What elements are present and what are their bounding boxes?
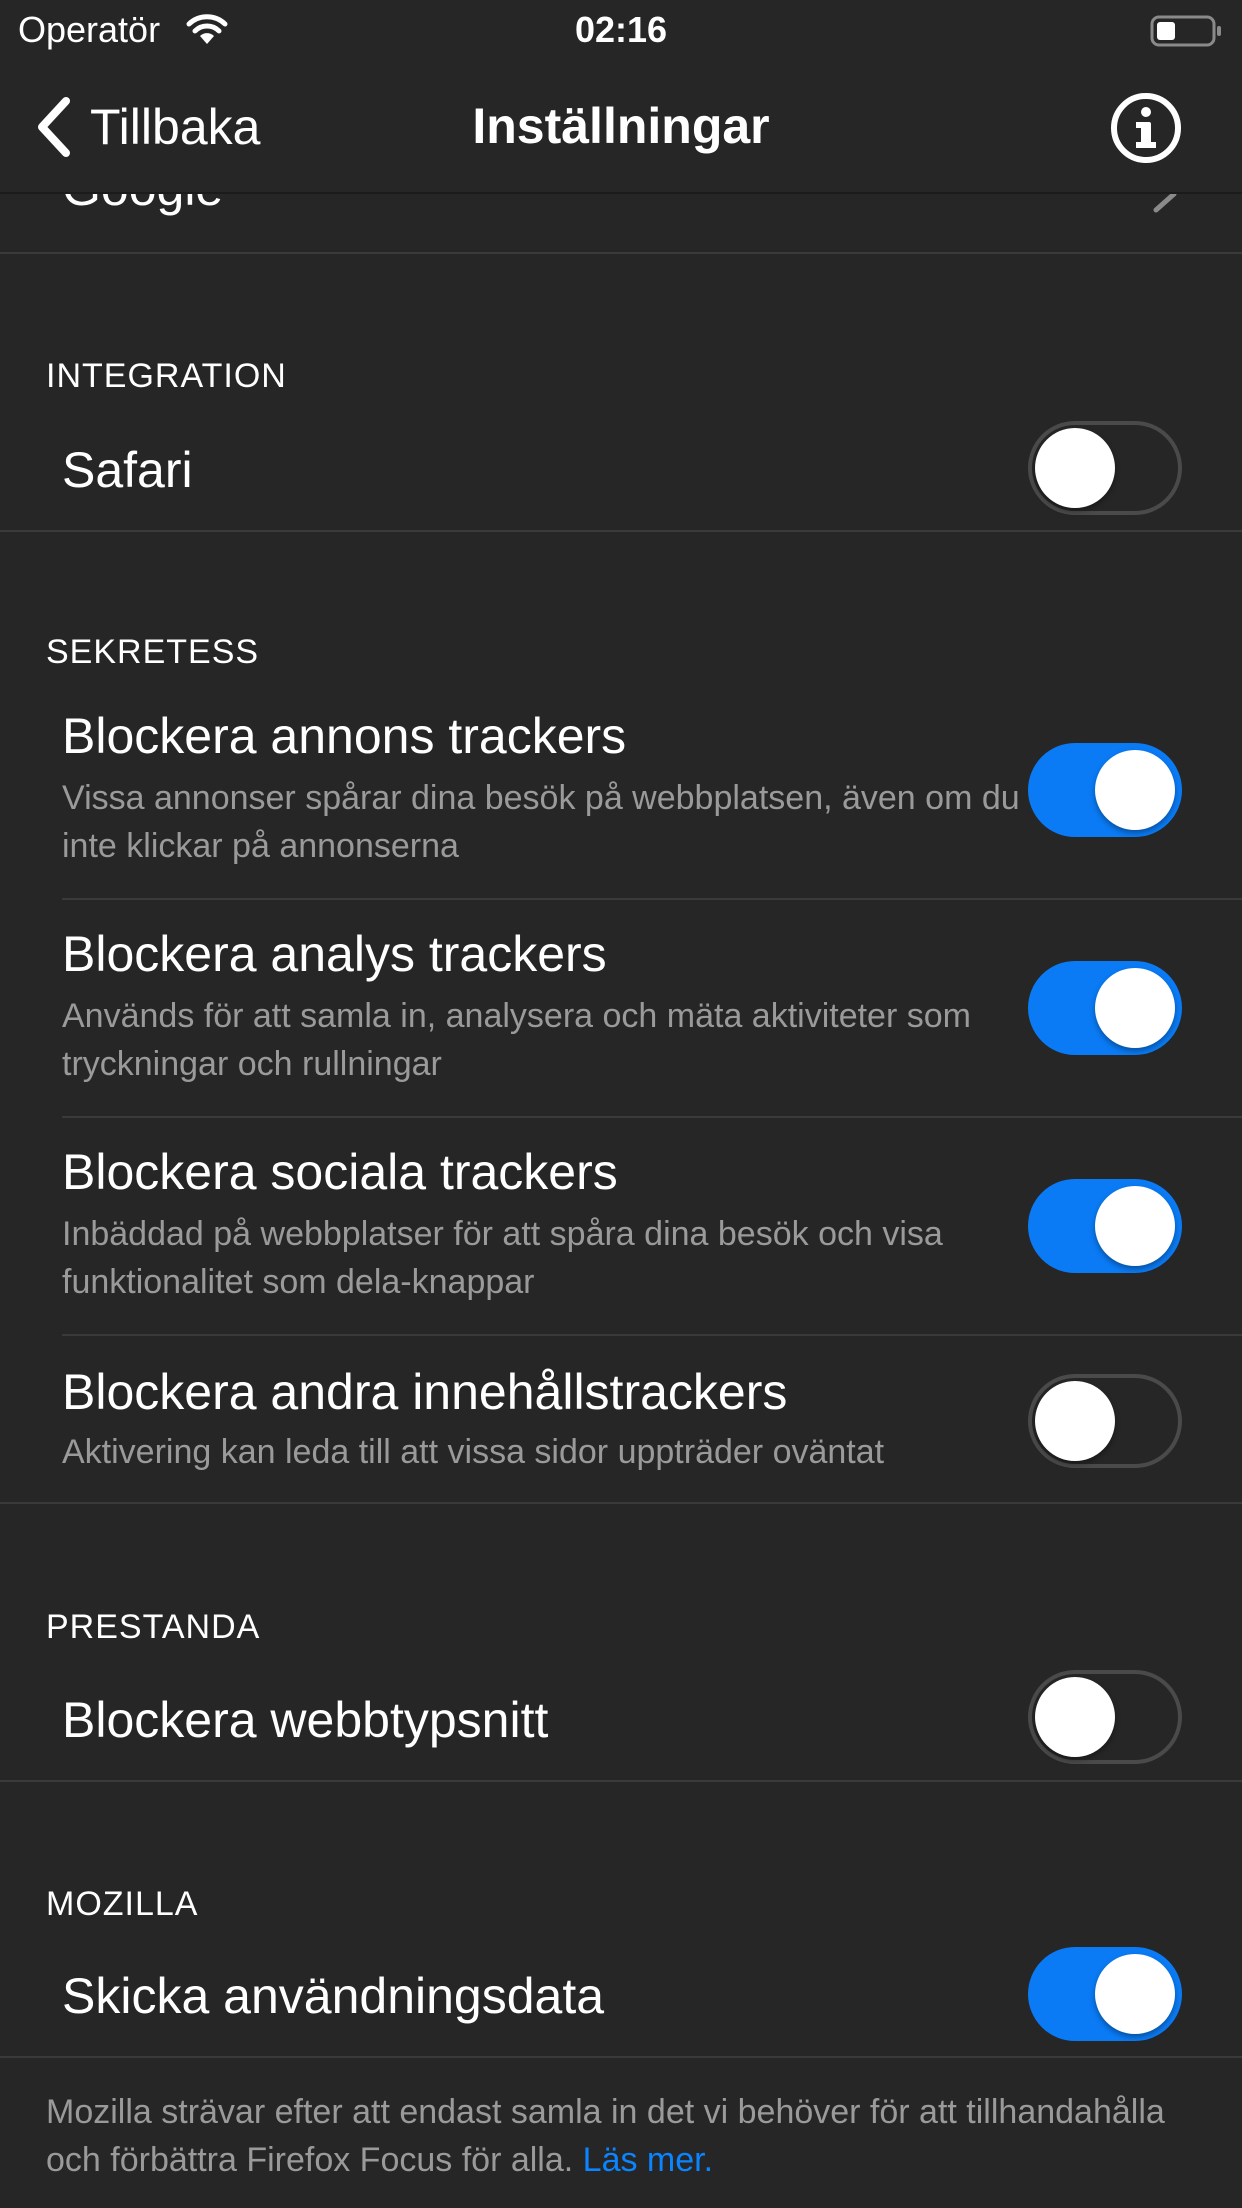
safari-row: Safari	[0, 410, 1242, 530]
info-icon[interactable]	[1108, 90, 1184, 166]
section-header-mozilla: MOZILLA	[46, 1885, 199, 1923]
social-trackers-toggle[interactable]	[1028, 1179, 1182, 1273]
toggle-knob	[1035, 1677, 1115, 1757]
ad-trackers-toggle[interactable]	[1028, 743, 1182, 837]
usage-data-toggle[interactable]	[1028, 1947, 1182, 2041]
analytics-trackers-description: Används för att samla in, analysera och …	[62, 997, 971, 1083]
toggle-knob	[1095, 750, 1175, 830]
content-trackers-description: Aktivering kan leda till att vissa sidor…	[62, 1433, 885, 1471]
battery-icon	[1150, 15, 1221, 47]
content-trackers-toggle[interactable]	[1028, 1374, 1182, 1468]
social-trackers-description: Inbäddad på webbplatser för att spåra di…	[62, 1215, 943, 1301]
ad-trackers-description: Vissa annonser spårar dina besök på webb…	[62, 779, 1020, 865]
divider	[0, 1780, 1242, 1782]
web-fonts-label: Blockera webbtypsnitt	[62, 1692, 549, 1748]
divider	[0, 530, 1242, 532]
social-trackers-row: Blockera sociala trackers Inbäddad på we…	[0, 1118, 1242, 1334]
status-bar: Operatör 02:16	[0, 0, 1242, 60]
divider	[0, 1502, 1242, 1504]
safari-toggle[interactable]	[1028, 421, 1182, 515]
learn-more-link[interactable]: Läs mer.	[583, 2141, 713, 2179]
back-button[interactable]: Tillbaka	[34, 92, 260, 162]
web-fonts-toggle[interactable]	[1028, 1670, 1182, 1764]
analytics-trackers-label: Blockera analys trackers	[62, 926, 607, 982]
ad-trackers-label: Blockera annons trackers	[62, 708, 627, 764]
toggle-knob	[1035, 428, 1115, 508]
section-header-integration: INTEGRATION	[46, 357, 287, 395]
content-trackers-label: Blockera andra innehållstrackers	[62, 1364, 788, 1420]
usage-data-label: Skicka användningsdata	[62, 1968, 605, 2024]
clock: 02:16	[574, 9, 668, 50]
section-header-performance: PRESTANDA	[46, 1608, 261, 1646]
content-trackers-row: Blockera andra innehållstrackers Aktiver…	[0, 1336, 1242, 1502]
navigation-bar: Tillbaka Inställningar	[0, 60, 1242, 194]
chevron-left-icon	[38, 97, 70, 157]
back-label: Tillbaka	[90, 99, 261, 155]
ad-trackers-row: Blockera annons trackers Vissa annonser …	[0, 686, 1242, 898]
social-trackers-label: Blockera sociala trackers	[62, 1144, 618, 1200]
toggle-knob	[1095, 1186, 1175, 1266]
section-header-privacy: SEKRETESS	[46, 633, 260, 671]
toggle-knob	[1035, 1381, 1115, 1461]
usage-data-row: Skicka användningsdata	[0, 1936, 1242, 2056]
web-fonts-row: Blockera webbtypsnitt	[0, 1660, 1242, 1780]
analytics-trackers-toggle[interactable]	[1028, 961, 1182, 1055]
safari-label: Safari	[62, 442, 193, 498]
toggle-knob	[1095, 968, 1175, 1048]
divider	[0, 2056, 1242, 2058]
divider	[0, 252, 1242, 254]
toggle-knob	[1095, 1954, 1175, 2034]
usage-data-footer: Mozilla strävar efter att endast samla i…	[46, 2088, 1196, 2184]
analytics-trackers-row: Blockera analys trackers Används för att…	[0, 900, 1242, 1116]
